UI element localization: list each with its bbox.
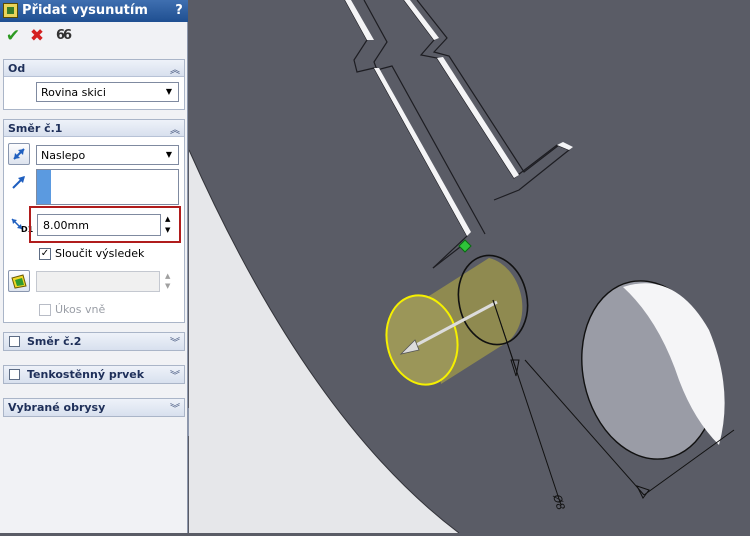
direction1-group: Směr č.1 ︽ Naslepo ▼ D1 8.00mm ▲ ▼ ✓ Slo… (3, 119, 185, 323)
end-condition-value: Naslepo (41, 149, 86, 162)
draft-outward-label: Úkos vně (55, 303, 106, 316)
direction2-group: Směr č.2 ︾ (3, 332, 185, 351)
extrude-feature-icon (3, 3, 18, 18)
spin-down-icon[interactable]: ▼ (165, 226, 170, 234)
draft-outward-checkbox[interactable] (39, 304, 51, 316)
collapse-chevron-icon[interactable]: ︽ (170, 61, 180, 76)
from-group-title: Od (8, 62, 26, 75)
draft-icon (11, 274, 27, 289)
depth-spinner[interactable]: ▲ ▼ (162, 214, 176, 236)
thin-feature-group-header[interactable]: Tenkostěnný prvek ︾ (4, 366, 184, 383)
merge-result-checkbox[interactable]: ✓ (39, 248, 51, 260)
direction1-group-title: Směr č.1 (8, 122, 63, 135)
depth-input[interactable]: 8.00mm (37, 214, 161, 236)
reverse-direction-icon (13, 148, 25, 160)
direction2-checkbox[interactable] (9, 336, 20, 347)
graphics-viewport[interactable]: Ø8 (188, 0, 750, 534)
direction-reference-list[interactable] (36, 169, 179, 205)
spin-up-icon[interactable]: ▲ (165, 215, 170, 223)
draft-angle-input[interactable] (36, 271, 160, 292)
expand-chevron-icon[interactable]: ︾ (170, 334, 180, 349)
selected-contours-group-header[interactable]: Vybrané obrysy ︾ (4, 399, 184, 416)
selected-contours-group-title: Vybrané obrysy (8, 401, 106, 414)
property-manager: Přidat vysunutím ? ✔ ✖ 66 Od ︽ Rovina sk… (0, 0, 188, 533)
detailed-preview-icon[interactable]: 66 (53, 26, 73, 46)
dropdown-arrow-icon[interactable]: ▼ (162, 85, 176, 99)
spin-down-icon[interactable]: ▼ (165, 282, 170, 290)
from-group-header[interactable]: Od ︽ (4, 60, 184, 77)
help-button[interactable]: ? (170, 2, 188, 20)
dropdown-arrow-icon[interactable]: ▼ (162, 148, 176, 162)
start-condition-value: Rovina skici (41, 86, 106, 99)
draft-spinner[interactable]: ▲ ▼ (162, 271, 176, 292)
ok-button[interactable]: ✔ (3, 26, 23, 46)
title-bar: Přidat vysunutím ? (0, 0, 188, 22)
merge-result-label: Sloučit výsledek (55, 247, 145, 260)
thin-feature-group-title: Tenkostěnný prvek (27, 368, 145, 381)
direction2-group-header[interactable]: Směr č.2 ︾ (4, 333, 184, 350)
expand-chevron-icon[interactable]: ︾ (170, 400, 180, 415)
spin-up-icon[interactable]: ▲ (165, 272, 170, 280)
selected-contours-group: Vybrané obrysy ︾ (3, 398, 185, 417)
from-group: Od ︽ Rovina skici ▼ (3, 59, 185, 110)
collapse-chevron-icon[interactable]: ︽ (170, 121, 180, 136)
direction2-group-title: Směr č.2 (27, 335, 82, 348)
thin-feature-checkbox[interactable] (9, 369, 20, 380)
panel-title: Přidat vysunutím (22, 3, 148, 18)
start-condition-select[interactable]: Rovina skici ▼ (36, 82, 179, 102)
direction-vector-icon (12, 176, 25, 189)
action-bar: ✔ ✖ 66 (3, 26, 183, 48)
thin-feature-group: Tenkostěnný prvek ︾ (3, 365, 185, 384)
end-condition-select[interactable]: Naslepo ▼ (36, 145, 179, 165)
expand-chevron-icon[interactable]: ︾ (170, 367, 180, 382)
direction1-group-header[interactable]: Směr č.1 ︽ (4, 120, 184, 137)
reverse-direction-button[interactable] (8, 143, 30, 165)
cancel-button[interactable]: ✖ (27, 26, 47, 46)
draft-button[interactable] (8, 270, 30, 292)
selection-focus-bar (37, 170, 51, 204)
depth-value: 8.00mm (43, 219, 89, 232)
